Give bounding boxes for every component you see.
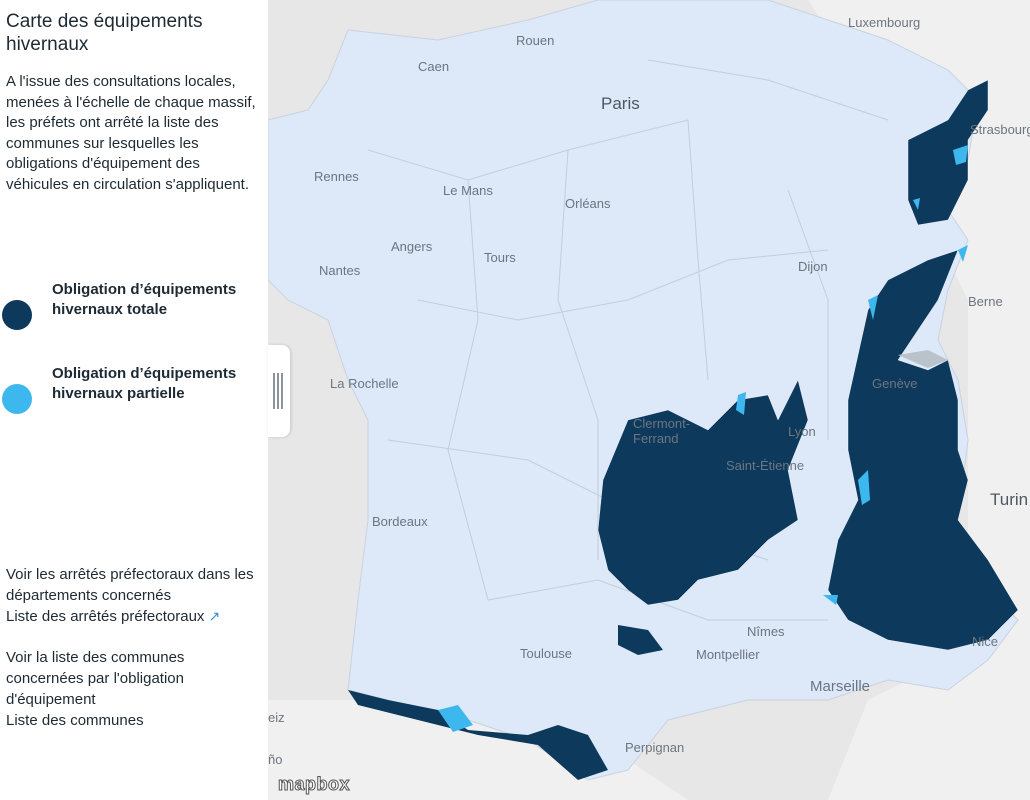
place-toulouse: Toulouse [520, 646, 573, 661]
place-dijon: Dijon [798, 259, 828, 274]
legend-partial-swatch [2, 384, 32, 414]
place-perpignan: Perpignan [625, 740, 685, 755]
arretes-description: Voir les arrêtés préfectoraux dans les d… [6, 566, 254, 604]
place-berne: Berne [968, 294, 1003, 309]
place-tours: Tours [484, 250, 516, 265]
place-logrono-partial: ño [268, 752, 283, 767]
legend-item-total: Obligation d’équipements hivernaux total… [0, 280, 260, 342]
place-la-rochelle: La Rochelle [330, 376, 399, 391]
place-luxembourg: Luxembourg [848, 15, 921, 30]
place-nice: Nice [972, 634, 999, 649]
sidebar: Carte des équipements hivernaux A l'issu… [0, 0, 268, 800]
place-montpellier: Montpellier [696, 647, 760, 662]
links-section: Voir les arrêtés préfectoraux dans les d… [6, 564, 256, 731]
arretes-link[interactable]: Liste des arrêtés préfectoraux [6, 608, 204, 625]
intro-text: A l'issue des consultations locales, men… [6, 73, 256, 193]
place-strasbourg: Strasbourg [970, 122, 1030, 137]
external-link-icon[interactable]: ↗︎ [208, 606, 220, 627]
place-vitoria-partial: eiz [268, 710, 285, 725]
place-marseille: Marseille [810, 678, 871, 695]
place-angers: Angers [391, 239, 433, 254]
map-view[interactable]: Luxembourg Rouen Caen Paris Strasbourg R… [268, 0, 1030, 800]
place-orleans: Orléans [565, 196, 611, 211]
legend-item-partial: Obligation d’équipements hivernaux parti… [0, 364, 260, 426]
place-turin: Turin [990, 490, 1029, 509]
communes-description: Voir la liste des communes concernées pa… [6, 649, 185, 708]
map-canvas[interactable] [268, 0, 1030, 800]
legend-total-label: Obligation d’équipements hivernaux total… [52, 281, 237, 318]
mapbox-logo[interactable]: mapbox [277, 774, 350, 795]
legend: Obligation d’équipements hivernaux total… [0, 280, 260, 448]
place-clermont-ferrand: Clermont-Ferrand [633, 416, 691, 446]
handle-grip-icon [273, 373, 275, 409]
sidebar-collapse-handle[interactable] [268, 345, 290, 437]
place-bordeaux: Bordeaux [372, 514, 428, 529]
communes-link[interactable]: Liste des communes [6, 712, 144, 729]
page-title: Carte des équipements hivernaux [6, 11, 203, 55]
place-nantes: Nantes [319, 263, 361, 278]
place-saint-etienne: Saint-Étienne [726, 458, 805, 473]
place-le-mans: Le Mans [443, 183, 493, 198]
place-rennes: Rennes [314, 169, 359, 184]
place-lyon: Lyon [788, 424, 816, 439]
place-nimes: Nîmes [747, 624, 785, 639]
place-rouen: Rouen [516, 33, 555, 48]
legend-total-swatch [2, 300, 32, 330]
legend-partial-label: Obligation d’équipements hivernaux parti… [52, 365, 237, 402]
place-geneve: Genève [872, 376, 918, 391]
place-caen: Caen [418, 59, 450, 74]
place-paris: Paris [601, 94, 640, 113]
